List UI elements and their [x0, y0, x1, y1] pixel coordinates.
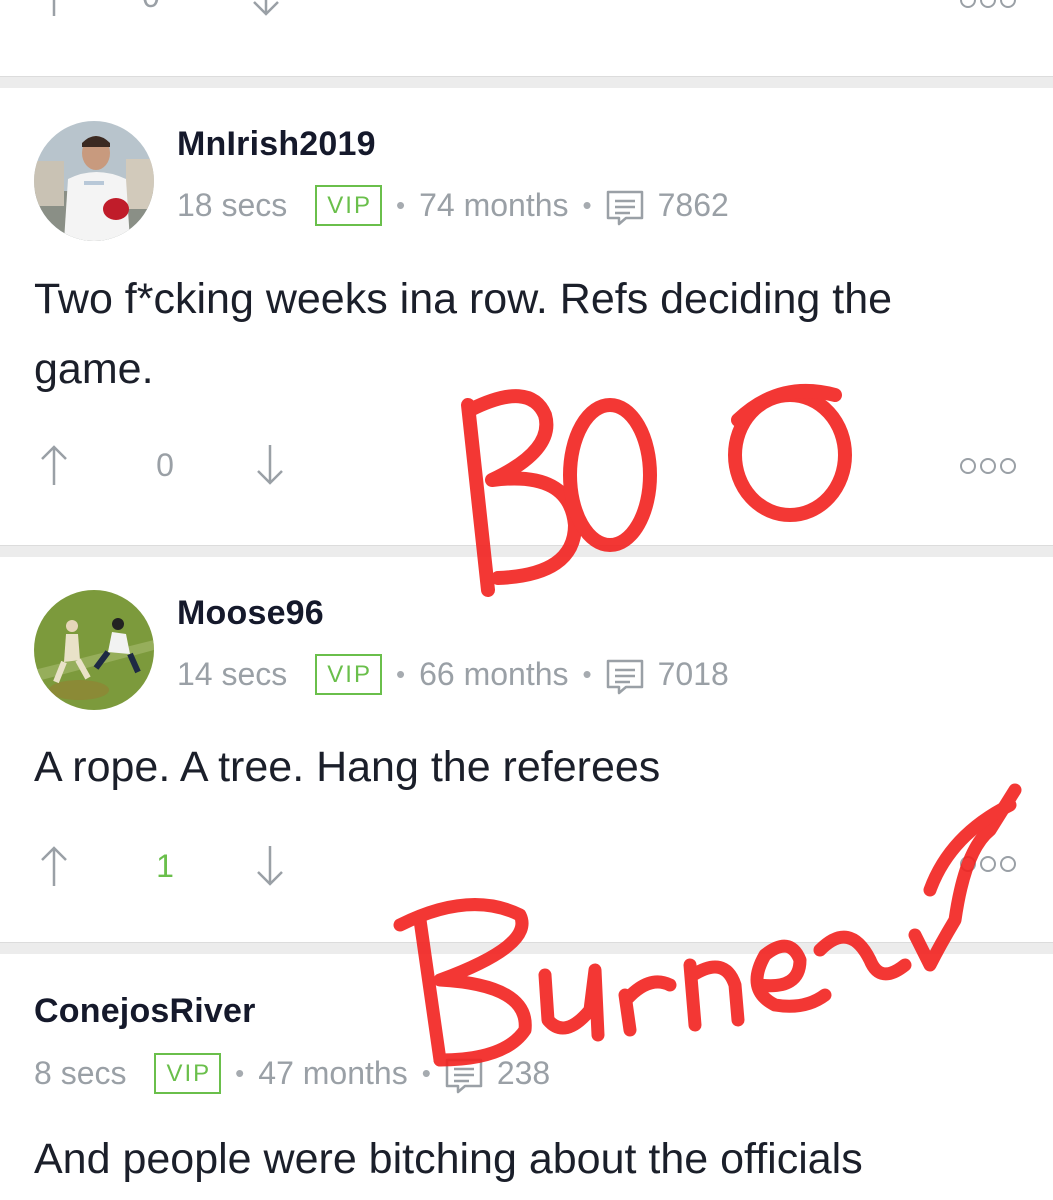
avatar[interactable]	[34, 121, 154, 241]
comment-body: A rope. A tree. Hang the referees	[34, 743, 661, 791]
vip-badge: VIP	[154, 1053, 222, 1094]
member-tenure: 74 months	[419, 187, 569, 223]
comment-card-previous: 0	[0, 0, 1053, 76]
meta-dot: •	[582, 190, 592, 220]
comment-body: And people were bitching about the offic…	[34, 1135, 863, 1183]
upvote-icon[interactable]	[37, 443, 71, 487]
vote-score: 0	[156, 446, 174, 483]
vip-badge: VIP	[315, 185, 382, 226]
vote-bar: 1	[37, 844, 287, 888]
vip-badge: VIP	[315, 654, 382, 695]
more-options-icon[interactable]	[959, 0, 1017, 10]
post-count: 238	[496, 1055, 551, 1091]
meta-dot: •	[395, 190, 406, 220]
card-separator	[0, 942, 1053, 954]
comment-card: Moose96 14 secs VIP • 66 months • 7018 A…	[0, 557, 1053, 943]
timestamp: 18 secs	[177, 187, 288, 223]
posts-icon	[606, 659, 643, 694]
comment-body: Two f*cking weeks ina row. Refs deciding…	[34, 275, 893, 393]
post-count: 7018	[657, 656, 729, 692]
comment-card: ConejosRiver 8 secs VIP • 47 months • 23…	[0, 954, 1053, 1200]
posts-icon	[606, 190, 643, 225]
vote-bar: 0	[37, 443, 287, 487]
meta-dot: •	[235, 1058, 245, 1088]
card-separator	[0, 76, 1053, 88]
post-count: 7862	[657, 187, 729, 223]
timestamp: 14 secs	[177, 656, 288, 692]
vote-score: 0	[142, 0, 160, 15]
upvote-icon[interactable]	[37, 844, 71, 888]
username[interactable]: MnIrish2019	[177, 125, 376, 164]
meta-dot: •	[582, 659, 592, 689]
comment-meta: 18 secs VIP • 74 months • 7862	[177, 185, 729, 226]
timestamp: 8 secs	[34, 1055, 127, 1091]
downvote-icon[interactable]	[249, 0, 283, 18]
comment-meta: 14 secs VIP • 66 months • 7018	[177, 654, 729, 695]
username[interactable]: ConejosRiver	[34, 992, 256, 1031]
downvote-icon[interactable]	[253, 443, 287, 487]
more-options-icon[interactable]	[959, 456, 1017, 476]
username[interactable]: Moose96	[177, 594, 324, 633]
member-tenure: 47 months	[258, 1055, 408, 1091]
comment-card: MnIrish2019 18 secs VIP • 74 months • 78…	[0, 88, 1053, 546]
avatar[interactable]	[34, 590, 154, 710]
card-separator	[0, 545, 1053, 557]
upvote-icon[interactable]	[37, 0, 71, 18]
more-options-icon[interactable]	[959, 854, 1017, 874]
meta-dot: •	[421, 1058, 431, 1088]
member-tenure: 66 months	[419, 656, 569, 692]
meta-dot: •	[395, 659, 406, 689]
comment-meta: 8 secs VIP • 47 months • 238	[34, 1053, 550, 1094]
downvote-icon[interactable]	[253, 844, 287, 888]
posts-icon	[445, 1058, 483, 1093]
vote-score: 1	[156, 847, 174, 884]
